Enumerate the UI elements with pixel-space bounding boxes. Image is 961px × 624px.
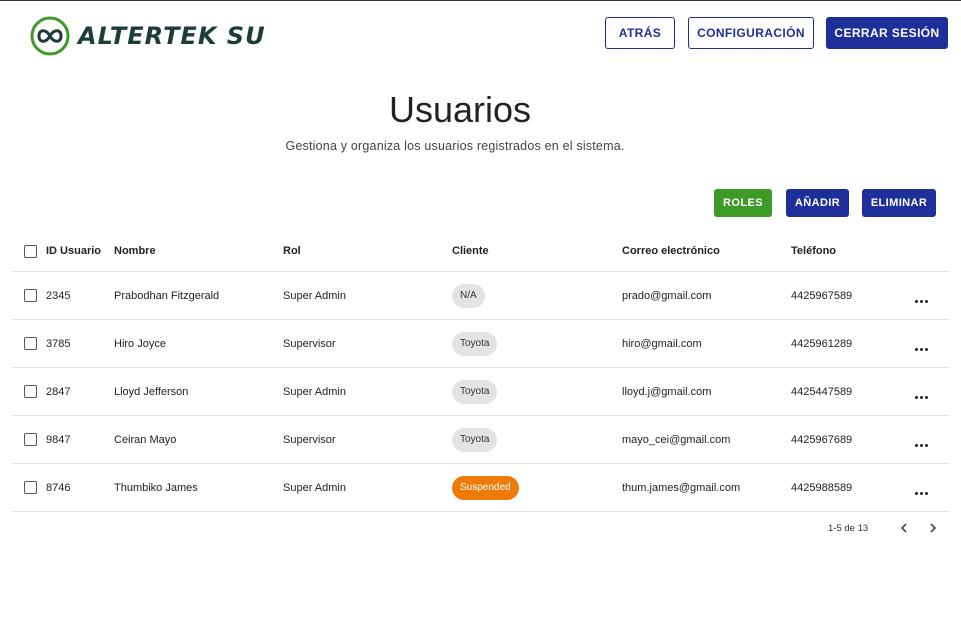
more-options-icon[interactable] (915, 300, 928, 303)
more-options-icon[interactable] (915, 492, 928, 495)
column-header-client[interactable]: Cliente (452, 231, 489, 271)
user-role: Super Admin (283, 481, 346, 494)
users-table: ID Usuario Nombre Rol Cliente Correo ele… (12, 231, 949, 512)
row-checkbox[interactable] (24, 433, 37, 446)
user-name: Prabodhan Fitzgerald (114, 289, 220, 302)
user-role: Supervisor (283, 433, 336, 446)
column-header-name[interactable]: Nombre (114, 231, 156, 271)
logout-button[interactable]: CERRAR SESIÓN (826, 17, 948, 49)
page-title: Usuarios (388, 89, 532, 130)
table-row[interactable]: 2847 Lloyd Jefferson Super Admin Toyota … (12, 368, 949, 416)
select-all-checkbox[interactable] (24, 244, 37, 258)
user-email: hiro@gmail.com (622, 337, 702, 350)
user-name: Lloyd Jefferson (114, 385, 189, 398)
row-checkbox[interactable] (24, 337, 37, 350)
pagination-range: 1-5 de 13 (828, 523, 869, 534)
status-badge: Suspended (452, 475, 519, 500)
logo-text: ALTERTEK SU (78, 22, 266, 50)
client-chip: Toyota (452, 379, 498, 404)
user-phone: 4425967589 (791, 289, 853, 302)
user-phone: 4425988589 (791, 481, 853, 494)
user-role: Supervisor (283, 337, 336, 350)
more-options-icon[interactable] (915, 444, 928, 447)
user-email: mayo_cei@gmail.com (622, 433, 731, 446)
chevron-right-icon[interactable] (926, 521, 940, 535)
column-header-email[interactable]: Correo electrónico (622, 231, 720, 271)
user-name: Thumbiko James (114, 481, 198, 494)
back-button[interactable]: ATRÁS (605, 17, 675, 49)
row-checkbox[interactable] (24, 481, 37, 494)
user-role: Super Admin (283, 289, 346, 302)
user-id: 9847 (46, 433, 71, 446)
user-id: 2345 (46, 289, 71, 302)
infinity-logo-icon (30, 16, 70, 56)
table-row[interactable]: 8746 Thumbiko James Super Admin Suspende… (12, 464, 949, 512)
table-row[interactable]: 3785 Hiro Joyce Supervisor Toyota hiro@g… (12, 320, 949, 368)
table-row[interactable]: 2345 Prabodhan Fitzgerald Super Admin N/… (12, 272, 949, 320)
settings-button[interactable]: CONFIGURACIÓN (688, 17, 814, 49)
user-phone: 4425447589 (791, 385, 853, 398)
chevron-left-icon[interactable] (897, 521, 911, 535)
user-name: Ceiran Mayo (114, 433, 177, 446)
user-email: thum.james@gmail.com (622, 481, 741, 494)
user-phone: 4425961289 (791, 337, 853, 350)
user-id: 3785 (46, 337, 71, 350)
user-name: Hiro Joyce (114, 337, 166, 350)
user-email: lloyd.j@gmail.com (622, 385, 712, 398)
client-chip: Toyota (452, 331, 498, 356)
roles-button[interactable]: ROLES (714, 189, 772, 217)
column-header-phone[interactable]: Teléfono (791, 231, 836, 271)
table-row[interactable]: 9847 Ceiran Mayo Supervisor Toyota mayo_… (12, 416, 949, 464)
user-role: Super Admin (283, 385, 346, 398)
column-header-role[interactable]: Rol (283, 231, 301, 271)
client-chip: N/A (452, 283, 485, 308)
user-phone: 4425967689 (791, 433, 853, 446)
user-id: 8746 (46, 481, 71, 494)
client-chip: Toyota (452, 427, 498, 452)
more-options-icon[interactable] (915, 396, 928, 399)
delete-user-button[interactable]: ELIMINAR (862, 189, 936, 217)
more-options-icon[interactable] (915, 348, 928, 351)
row-checkbox[interactable] (24, 385, 37, 398)
user-email: prado@gmail.com (622, 289, 712, 302)
table-header-row: ID Usuario Nombre Rol Cliente Correo ele… (12, 231, 949, 272)
user-id: 2847 (46, 385, 71, 398)
row-checkbox[interactable] (24, 289, 37, 302)
brand-logo: ALTERTEK SU (30, 16, 266, 56)
column-header-id[interactable]: ID Usuario (46, 231, 101, 271)
add-user-button[interactable]: AÑADIR (786, 189, 849, 217)
page-subtitle: Gestiona y organiza los usuarios registr… (285, 139, 625, 153)
